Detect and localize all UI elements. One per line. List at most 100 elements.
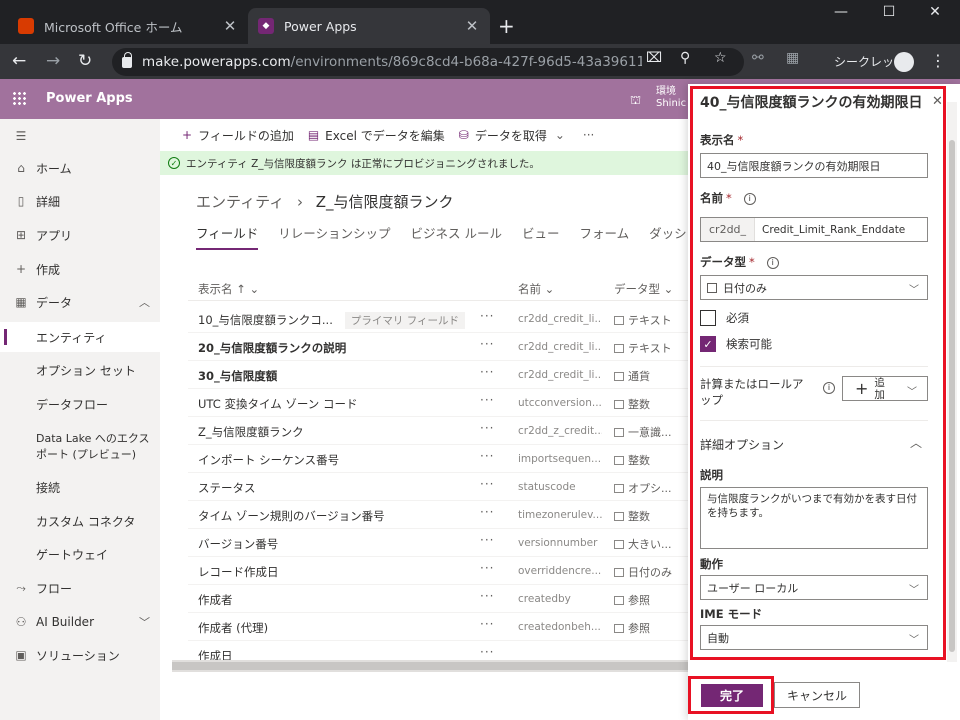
app-brand[interactable]: Power Apps — [46, 91, 133, 106]
table-row[interactable]: UTC 変換タイム ゾーン コード ··· utcconversion... 整数 — [188, 389, 688, 417]
column-header-display-name[interactable]: 表示名 ↑ ⌄ — [198, 281, 259, 297]
nav-item-home[interactable]: ⌂ ホーム — [0, 153, 160, 183]
cell-display-name[interactable]: タイム ゾーン規則のバージョン番号 — [198, 508, 385, 524]
nav-collapse-button[interactable]: ☰ — [0, 121, 160, 151]
close-tab-icon[interactable]: ✕ — [464, 17, 480, 35]
cell-display-name[interactable]: 作成者 (代理) — [198, 620, 268, 636]
nav-item-custom-connectors[interactable]: カスタム コネクタ — [0, 506, 160, 536]
close-tab-icon[interactable]: ✕ — [222, 17, 238, 35]
cell-display-name[interactable]: UTC 変換タイム ゾーン コード — [198, 396, 357, 412]
cell-display-name[interactable]: 20_与信限度額ランクの説明 — [198, 340, 346, 356]
close-icon[interactable]: ✕ — [932, 94, 943, 109]
cell-display-name[interactable]: 作成者 — [198, 592, 233, 608]
tab-fields[interactable]: フィールド — [196, 223, 259, 250]
cell-display-name[interactable]: ステータス — [198, 480, 256, 496]
required-checkbox[interactable]: 必須 — [700, 310, 749, 326]
more-commands-icon[interactable]: ··· — [583, 128, 594, 142]
add-field-button[interactable]: + フィールドの追加 — [182, 127, 294, 144]
data-type-dropdown[interactable]: 日付のみ ﹀ — [700, 275, 928, 300]
chevron-up-icon[interactable]: ︿ — [910, 434, 922, 451]
info-icon[interactable]: i — [766, 257, 779, 269]
cell-display-name[interactable]: インポート シーケンス番号 — [198, 452, 339, 468]
tab-forms[interactable]: フォーム — [580, 223, 630, 250]
display-name-field[interactable]: 40_与信限度額ランクの有効期限日 — [700, 153, 928, 178]
table-row[interactable]: インポート シーケンス番号 ··· importsequen... 整数 — [188, 445, 688, 473]
row-more-icon[interactable]: ··· — [480, 421, 494, 435]
table-row[interactable]: 10_与信限度額ランクコ... プライマリ フィールド ··· cr2dd_credi… — [188, 305, 688, 333]
ime-mode-dropdown[interactable]: 自動 ﹀ — [700, 625, 928, 650]
column-header-name[interactable]: 名前 ⌄ — [518, 281, 554, 297]
table-row[interactable]: タイム ゾーン規則のバージョン番号 ··· timezonerulev... 整数 — [188, 501, 688, 529]
nav-item-create[interactable]: + 作成 — [0, 254, 160, 284]
add-calc-button[interactable]: + 追加 ﹀ — [842, 376, 928, 401]
tab-views[interactable]: ビュー — [522, 223, 560, 250]
nav-item-flows[interactable]: ⤳ フロー — [0, 573, 160, 603]
table-row[interactable]: バージョン番号 ··· versionnumber 大きい... — [188, 529, 688, 557]
minimize-icon[interactable]: — — [818, 4, 864, 20]
info-icon[interactable]: i — [743, 193, 756, 205]
nav-item-ai-builder[interactable]: ⚇ AI Builder ﹀ — [0, 607, 160, 637]
row-more-icon[interactable]: ··· — [480, 645, 494, 659]
chevron-down-icon[interactable]: ⌄ — [555, 128, 565, 142]
searchable-checkbox[interactable]: ✓ 検索可能 — [700, 336, 772, 352]
row-more-icon[interactable]: ··· — [480, 617, 494, 631]
row-more-icon[interactable]: ··· — [480, 589, 494, 603]
table-row[interactable]: レコード作成日 ··· overriddencre... 日付のみ — [188, 557, 688, 585]
waffle-icon[interactable] — [12, 91, 26, 105]
row-more-icon[interactable]: ··· — [480, 365, 494, 379]
cell-display-name[interactable]: Z_与信限度額ランク — [198, 424, 304, 440]
behavior-dropdown[interactable]: ユーザー ローカル ﹀ — [700, 575, 928, 600]
row-more-icon[interactable]: ··· — [480, 393, 494, 407]
row-more-icon[interactable]: ··· — [480, 505, 494, 519]
row-more-icon[interactable]: ··· — [480, 309, 494, 323]
get-data-button[interactable]: ⛁ データを取得 ⌄ — [459, 127, 565, 144]
row-more-icon[interactable]: ··· — [480, 477, 494, 491]
row-more-icon[interactable]: ··· — [480, 449, 494, 463]
edit-in-excel-button[interactable]: ▤ Excel でデータを編集 — [308, 127, 445, 144]
table-row[interactable]: ステータス ··· statuscode オプシ... — [188, 473, 688, 501]
window-close-icon[interactable]: ✕ — [912, 4, 958, 20]
horizontal-scrollbar[interactable] — [172, 660, 688, 672]
description-textarea[interactable]: 与信限度ランクがいつまで有効かを表す日付を持ちます。 — [700, 487, 928, 549]
done-button[interactable]: 完了 — [701, 684, 763, 707]
advanced-options-toggle[interactable]: 詳細オプション — [700, 436, 784, 453]
back-icon[interactable]: ← — [12, 51, 26, 71]
browser-tab-powerapps[interactable]: ◆ Power Apps ✕ — [248, 8, 490, 44]
browser-tab-office[interactable]: Microsoft Office ホーム ✕ — [8, 8, 248, 44]
cancel-button[interactable]: キャンセル — [774, 682, 860, 708]
nav-item-data-lake-export[interactable]: Data Lake へのエクスポート (プレビュー) — [0, 427, 160, 467]
row-more-icon[interactable]: ··· — [480, 561, 494, 575]
extension-icon-2[interactable]: ▦ — [786, 50, 799, 66]
table-row[interactable]: 20_与信限度額ランクの説明 ··· cr2dd_credit_li... テキスト — [188, 333, 688, 361]
maximize-icon[interactable]: ☐ — [866, 4, 912, 20]
translate-icon[interactable]: ⌧ — [646, 50, 662, 66]
nav-item-gateways[interactable]: ゲートウェイ — [0, 539, 160, 569]
column-header-data-type[interactable]: データ型 ⌄ — [614, 281, 673, 297]
scrollbar-thumb[interactable] — [949, 140, 955, 652]
browser-menu-icon[interactable]: ⋮ — [930, 51, 946, 70]
checkbox-box[interactable] — [700, 310, 716, 326]
nav-item-apps[interactable]: ⊞ アプリ — [0, 220, 160, 250]
table-row[interactable]: 作成者 (代理) ··· createdonbeh... 参照 — [188, 613, 688, 641]
cell-display-name[interactable]: バージョン番号 — [198, 536, 278, 552]
environment-picker[interactable]: 環境 Shinic — [656, 86, 686, 110]
nav-item-option-sets[interactable]: オプション セット — [0, 355, 160, 385]
nav-item-solutions[interactable]: ▣ ソリューション — [0, 640, 160, 670]
checkbox-box[interactable]: ✓ — [700, 336, 716, 352]
tab-relationships[interactable]: リレーションシップ — [278, 223, 390, 250]
bookmark-star-icon[interactable]: ☆ — [714, 50, 727, 66]
nav-item-dataflows[interactable]: データフロー — [0, 389, 160, 419]
row-more-icon[interactable]: ··· — [480, 533, 494, 547]
table-row[interactable]: 作成者 ··· createdby 参照 — [188, 585, 688, 613]
extension-icon[interactable]: ⚯ — [752, 50, 764, 66]
table-row[interactable]: 30_与信限度額 ··· cr2dd_credit_li... 通貨 — [188, 361, 688, 389]
incognito-icon[interactable] — [894, 52, 914, 72]
nav-item-data[interactable]: ▦ データ ︿ — [0, 287, 160, 317]
panel-scrollbar[interactable] — [947, 102, 957, 662]
nav-item-connections[interactable]: 接続 — [0, 472, 160, 502]
reload-icon[interactable]: ↻ — [78, 51, 92, 71]
info-icon[interactable]: i — [823, 382, 835, 394]
scrollbar-thumb[interactable] — [172, 662, 688, 670]
forward-icon[interactable]: → — [46, 51, 60, 71]
row-more-icon[interactable]: ··· — [480, 337, 494, 351]
